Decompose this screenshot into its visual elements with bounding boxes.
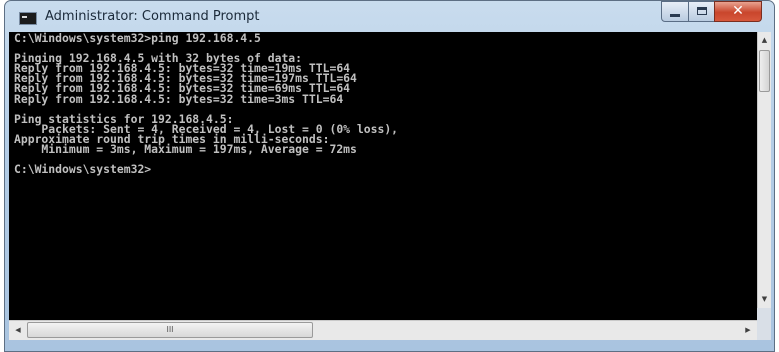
size-grip[interactable] bbox=[757, 308, 771, 340]
minimize-icon bbox=[670, 14, 680, 17]
scroll-grip-icon: III bbox=[166, 325, 174, 334]
window-title: Administrator: Command Prompt bbox=[45, 9, 260, 24]
maximize-button[interactable] bbox=[688, 1, 715, 22]
scroll-right-arrow-icon[interactable]: ▶ bbox=[739, 321, 757, 339]
minimize-button[interactable] bbox=[661, 1, 689, 22]
cmd-icon[interactable] bbox=[19, 12, 37, 25]
horizontal-scrollbar[interactable]: ◀ III ▶ bbox=[9, 320, 757, 340]
scroll-down-arrow-icon[interactable]: ▼ bbox=[758, 291, 771, 308]
scroll-up-arrow-icon[interactable]: ▲ bbox=[758, 32, 771, 49]
scroll-left-arrow-icon[interactable]: ◀ bbox=[9, 321, 27, 339]
close-icon: ✕ bbox=[732, 3, 744, 19]
console-text: C:\Windows\system32>ping 192.168.4.5 Pin… bbox=[14, 32, 399, 177]
console-output-area[interactable]: C:\Windows\system32>ping 192.168.4.5 Pin… bbox=[9, 32, 757, 340]
vertical-scrollbar[interactable]: ▲ ▼ bbox=[757, 32, 771, 308]
vertical-scroll-thumb[interactable] bbox=[759, 50, 770, 92]
horizontal-scroll-thumb[interactable]: III bbox=[27, 322, 313, 338]
title-bar[interactable]: Administrator: Command Prompt ✕ bbox=[5, 1, 774, 34]
maximize-icon bbox=[697, 7, 707, 15]
close-button[interactable]: ✕ bbox=[714, 1, 762, 22]
